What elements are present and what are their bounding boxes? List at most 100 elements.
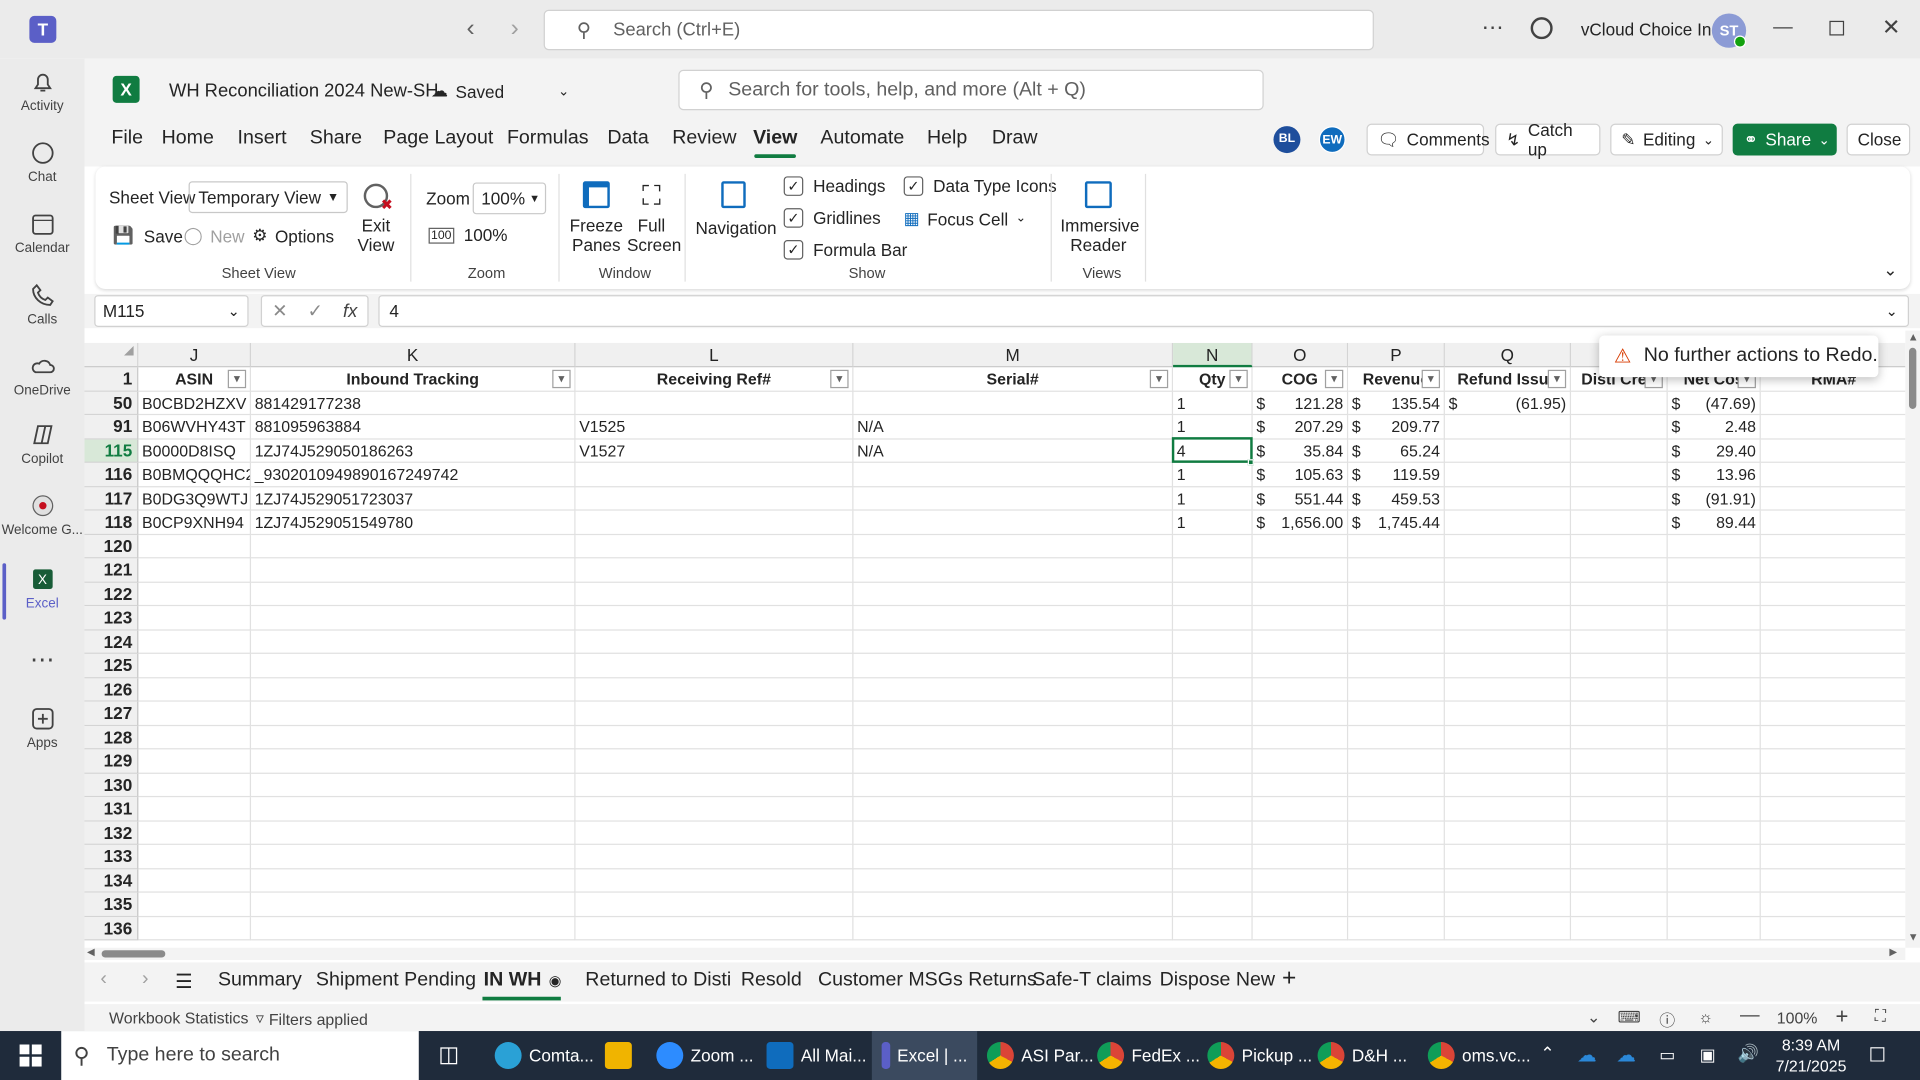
empty-cell[interactable]: [1348, 749, 1445, 774]
table-cell[interactable]: $119.59: [1348, 462, 1445, 487]
horizontal-scrollbar[interactable]: ◀ ▶: [84, 947, 1906, 961]
table-header-cell[interactable]: Revenue ▾: [1348, 367, 1445, 392]
table-cell[interactable]: [853, 391, 1174, 416]
rail-copilot[interactable]: Copilot: [0, 421, 84, 467]
empty-cell[interactable]: [1348, 630, 1445, 654]
empty-cell[interactable]: [1760, 534, 1906, 559]
rail-onedrive[interactable]: OneDrive: [0, 353, 84, 398]
empty-cell[interactable]: [1760, 869, 1906, 893]
share-button[interactable]: ⚭ Share ⌄: [1732, 123, 1837, 156]
table-cell[interactable]: $ (47.69): [1667, 391, 1761, 416]
empty-cell[interactable]: [138, 773, 252, 798]
empty-cell[interactable]: [1571, 534, 1668, 559]
empty-cell[interactable]: [1173, 773, 1253, 798]
prev-sheet-icon[interactable]: ‹: [100, 969, 107, 991]
sheet-tab-customer-msgs-returns[interactable]: Customer MSGs Returns: [818, 970, 1037, 992]
table-cell[interactable]: $135.54: [1348, 391, 1445, 416]
empty-cell[interactable]: [251, 534, 576, 559]
empty-cell[interactable]: [251, 606, 576, 631]
column-header-k[interactable]: K: [251, 342, 576, 368]
more-options-icon[interactable]: ⋯: [1482, 15, 1504, 41]
data-type-icons-checkbox[interactable]: ✓ Data Type Icons: [903, 176, 1057, 196]
empty-cell[interactable]: [1760, 654, 1906, 678]
full-screen-button[interactable]: ⛶ Full Screen: [627, 181, 681, 255]
table-cell[interactable]: $89.44: [1667, 510, 1761, 535]
empty-cell[interactable]: [575, 582, 854, 607]
empty-cell[interactable]: [1667, 725, 1761, 750]
onedrive-icon[interactable]: ☁: [1577, 1043, 1597, 1067]
empty-cell[interactable]: [575, 534, 854, 559]
rail-calendar[interactable]: Calendar: [0, 211, 84, 256]
empty-cell[interactable]: [1252, 630, 1349, 654]
table-cell[interactable]: [575, 462, 854, 487]
table-cell[interactable]: $1,656.00: [1252, 510, 1349, 535]
rail-chat[interactable]: Chat: [0, 140, 84, 185]
empty-cell[interactable]: [1348, 582, 1445, 607]
tab-insert[interactable]: Insert: [238, 127, 287, 149]
empty-cell[interactable]: [1667, 868, 1761, 893]
empty-cell[interactable]: [1252, 606, 1349, 631]
empty-cell[interactable]: [251, 558, 576, 583]
empty-cell[interactable]: [251, 701, 576, 726]
empty-cell[interactable]: [1173, 653, 1253, 678]
empty-cell[interactable]: [575, 701, 854, 726]
empty-cell[interactable]: [251, 844, 576, 869]
tab-view[interactable]: View: [753, 127, 797, 149]
table-cell[interactable]: [1571, 486, 1668, 511]
empty-cell[interactable]: [138, 558, 252, 583]
tools-search-input[interactable]: ⚲ Search for tools, help, and more (Alt …: [678, 69, 1264, 111]
empty-cell[interactable]: [853, 582, 1174, 607]
minimize-icon[interactable]: —: [1773, 17, 1793, 39]
table-cell[interactable]: $209.77: [1348, 415, 1445, 439]
accessibility-icon[interactable]: ☼: [1698, 1008, 1713, 1026]
table-cell[interactable]: [1571, 415, 1668, 439]
empty-cell[interactable]: [1173, 582, 1253, 607]
empty-cell[interactable]: [1667, 773, 1761, 798]
empty-cell[interactable]: [1667, 558, 1761, 583]
scroll-left-icon[interactable]: ◀: [87, 947, 95, 958]
row-header[interactable]: 91: [84, 415, 139, 439]
empty-cell[interactable]: [575, 868, 854, 893]
exit-view-button[interactable]: ✖ Exit View: [358, 183, 394, 255]
table-cell[interactable]: B0000D8ISQ: [138, 438, 252, 463]
empty-cell[interactable]: [1173, 868, 1253, 893]
workbook-statistics[interactable]: Workbook Statistics: [109, 1009, 248, 1027]
empty-cell[interactable]: [575, 821, 854, 845]
close-window-icon[interactable]: ✕: [1882, 15, 1900, 41]
empty-cell[interactable]: [1760, 726, 1906, 750]
expand-formula-icon[interactable]: ⌄: [1886, 302, 1898, 319]
filter-dropdown-icon[interactable]: ▾: [1149, 369, 1169, 389]
row-header[interactable]: 123: [84, 606, 139, 631]
empty-cell[interactable]: [1571, 821, 1668, 845]
empty-cell[interactable]: [251, 821, 576, 845]
empty-cell[interactable]: [1571, 749, 1668, 774]
empty-cell[interactable]: [251, 653, 576, 678]
empty-cell[interactable]: [138, 701, 252, 726]
chevron-down-icon[interactable]: ⌄: [1587, 1008, 1600, 1028]
empty-cell[interactable]: [1571, 558, 1668, 583]
help-icon[interactable]: ⓘ: [1659, 1008, 1675, 1031]
filter-dropdown-icon[interactable]: ▾: [1324, 369, 1344, 389]
empty-cell[interactable]: [575, 677, 854, 702]
empty-cell[interactable]: [575, 773, 854, 798]
row-header[interactable]: 124: [84, 630, 139, 654]
tab-formulas[interactable]: Formulas: [507, 127, 589, 149]
empty-cell[interactable]: [1444, 701, 1572, 726]
name-box[interactable]: M115 ⌄: [94, 295, 249, 327]
empty-cell[interactable]: [138, 892, 252, 917]
table-header-cell[interactable]: COG ▾: [1252, 367, 1349, 392]
empty-cell[interactable]: [1667, 630, 1761, 654]
empty-cell[interactable]: [1571, 868, 1668, 893]
empty-cell[interactable]: [853, 630, 1174, 654]
empty-cell[interactable]: [853, 749, 1174, 774]
tab-draw[interactable]: Draw: [992, 127, 1038, 149]
empty-cell[interactable]: [1173, 821, 1253, 845]
empty-cell[interactable]: [853, 892, 1174, 917]
empty-cell[interactable]: [251, 892, 576, 917]
editing-mode-button[interactable]: ✎ Editing ⌄: [1610, 123, 1723, 156]
empty-cell[interactable]: [1348, 821, 1445, 845]
empty-cell[interactable]: [853, 797, 1174, 822]
table-cell[interactable]: [853, 486, 1174, 511]
empty-cell[interactable]: [1667, 916, 1761, 941]
table-cell[interactable]: V1525: [575, 415, 854, 439]
